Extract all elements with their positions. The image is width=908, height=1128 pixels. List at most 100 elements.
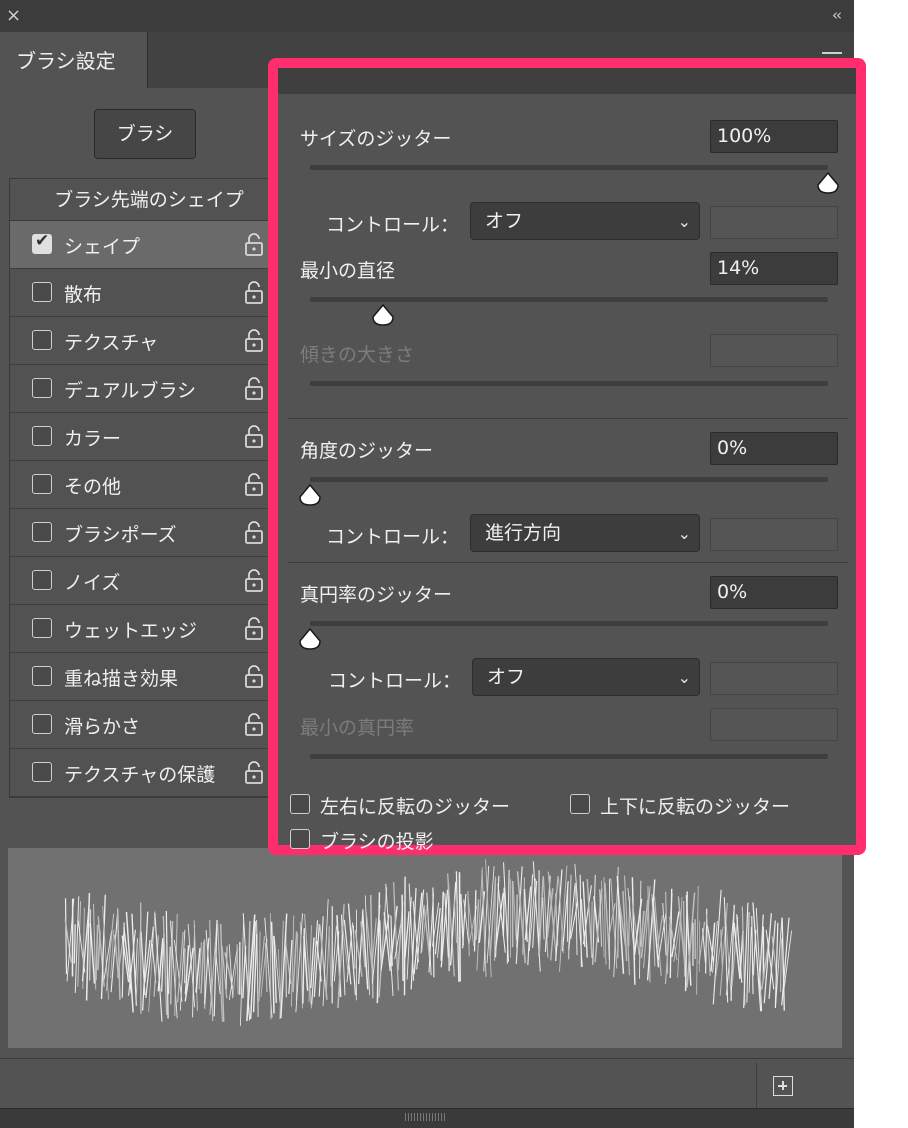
list-item-label: テクスチャ	[64, 332, 159, 354]
flip-y-jitter-checkbox[interactable]	[570, 794, 590, 814]
list-item[interactable]: 散布	[10, 269, 288, 317]
lock-open-icon[interactable]	[244, 665, 264, 689]
close-icon[interactable]: ×	[6, 6, 21, 26]
list-item[interactable]: ✔ シェイプ	[10, 221, 288, 269]
chevron-down-icon: ⌄	[677, 668, 691, 687]
new-brush-icon	[773, 1076, 793, 1096]
list-item-checkbox[interactable]	[32, 282, 52, 302]
list-item-checkbox[interactable]	[32, 666, 52, 686]
tilt-scale-slider-track	[310, 381, 828, 386]
list-item-checkbox[interactable]	[32, 474, 52, 494]
lock-open-icon[interactable]	[244, 473, 264, 497]
roundness-jitter-slider-track[interactable]	[310, 621, 828, 626]
flip-x-jitter-label: 左右に反転のジッター	[320, 796, 511, 818]
list-item-label: その他	[64, 476, 122, 498]
control-select-1[interactable]: オフ ⌄	[470, 202, 700, 240]
brush-stroke-preview	[8, 848, 842, 1048]
brush-projection-checkbox[interactable]	[290, 829, 310, 849]
list-item[interactable]: その他	[10, 461, 288, 509]
list-item-label: ウェットエッジ	[64, 620, 198, 642]
tab-label: ブラシ設定	[16, 49, 116, 73]
flip-y-jitter-label: 上下に反転のジッター	[600, 796, 791, 818]
tilt-scale-label: 傾きの大きさ	[300, 344, 415, 366]
size-jitter-label: サイズのジッター	[300, 128, 452, 150]
list-item-checkbox[interactable]	[32, 618, 52, 638]
list-item-label: 散布	[64, 284, 103, 306]
angle-jitter-label: 角度のジッター	[300, 440, 434, 462]
flip-x-jitter-checkbox[interactable]	[290, 794, 310, 814]
control-select-2[interactable]: 進行方向 ⌄	[470, 514, 700, 552]
roundness-jitter-label: 真円率のジッター	[300, 584, 453, 606]
lock-open-icon[interactable]	[244, 617, 264, 641]
lock-open-icon[interactable]	[244, 329, 264, 353]
panel-bottom-strip	[0, 1108, 854, 1128]
brush-presets-button[interactable]: ブラシ	[94, 109, 196, 159]
min-diameter-label: 最小の直径	[300, 260, 396, 282]
roundness-jitter-input[interactable]: 0%	[710, 576, 838, 609]
lock-open-icon[interactable]	[244, 377, 264, 401]
min-roundness-slider-track	[310, 754, 828, 759]
panel-title-bar: × ‹‹	[0, 0, 854, 32]
stroke-preview-graphic	[64, 859, 793, 1026]
list-item-checkbox[interactable]	[32, 426, 52, 446]
list-item-checkbox[interactable]	[32, 330, 52, 350]
new-brush-button[interactable]	[756, 1063, 810, 1109]
lock-open-icon[interactable]	[244, 569, 264, 593]
list-item[interactable]: テクスチャの保護	[10, 749, 288, 797]
control-value-box-3	[710, 662, 838, 695]
list-item-brush-tip-shape[interactable]: ブラシ先端のシェイプ	[10, 179, 288, 221]
tab-brush-settings[interactable]: ブラシ設定	[0, 32, 148, 88]
roundness-jitter-slider-thumb[interactable]	[298, 627, 322, 651]
list-item[interactable]: ノイズ	[10, 557, 288, 605]
control-select-3-value: オフ	[487, 666, 526, 688]
collapse-icon[interactable]: ‹‹	[832, 6, 842, 24]
list-item-checkbox[interactable]	[32, 762, 52, 782]
control-select-1-value: オフ	[485, 210, 524, 232]
brush-settings-list: ブラシ先端のシェイプ ✔ シェイプ散布テクスチャデュアルブラシカラーその他ブラシポ…	[9, 178, 289, 798]
control-value-box-1	[710, 206, 838, 239]
list-item-checkbox[interactable]	[32, 570, 52, 590]
list-item[interactable]: 滑らかさ	[10, 701, 288, 749]
control-label-1: コントロール：	[326, 214, 460, 236]
control-label-3: コントロール：	[328, 670, 462, 692]
list-item-label: シェイプ	[64, 236, 141, 258]
control-select-3[interactable]: オフ ⌄	[472, 658, 700, 696]
min-diameter-slider-thumb[interactable]	[371, 303, 395, 327]
min-diameter-input[interactable]: 14%	[710, 252, 838, 285]
list-item[interactable]: デュアルブラシ	[10, 365, 288, 413]
control-select-2-value: 進行方向	[485, 522, 562, 544]
size-jitter-slider-track[interactable]	[310, 165, 828, 170]
control-label-2: コントロール：	[326, 526, 460, 548]
lock-open-icon[interactable]	[244, 281, 264, 305]
checkmark-icon: ✔	[35, 231, 50, 251]
list-item[interactable]: 重ね描き効果	[10, 653, 288, 701]
list-item-label: ブラシポーズ	[64, 524, 177, 546]
list-item[interactable]: ウェットエッジ	[10, 605, 288, 653]
resize-grip[interactable]	[405, 1113, 445, 1121]
list-item-checkbox[interactable]	[32, 378, 52, 398]
size-jitter-input[interactable]: 100%	[710, 120, 838, 153]
list-item-label: テクスチャの保護	[64, 764, 216, 786]
settings-top-band	[278, 68, 856, 94]
list-item-label: 重ね描き効果	[64, 668, 179, 690]
list-item-label: デュアルブラシ	[64, 380, 197, 402]
panel-footer	[0, 1058, 854, 1109]
chevron-down-icon: ⌄	[677, 212, 691, 231]
list-item-label: 滑らかさ	[64, 716, 141, 738]
angle-jitter-input[interactable]: 0%	[710, 432, 838, 465]
list-item[interactable]: ブラシポーズ	[10, 509, 288, 557]
list-item-checkbox[interactable]	[32, 522, 52, 542]
angle-jitter-slider-thumb[interactable]	[298, 483, 322, 507]
lock-open-icon[interactable]	[244, 425, 264, 449]
min-diameter-slider-track[interactable]	[310, 297, 828, 302]
list-item[interactable]: テクスチャ	[10, 317, 288, 365]
lock-open-icon[interactable]	[244, 521, 264, 545]
size-jitter-slider-thumb[interactable]	[816, 171, 840, 195]
lock-open-icon[interactable]	[244, 713, 264, 737]
lock-open-icon[interactable]	[244, 761, 264, 785]
angle-jitter-slider-track[interactable]	[310, 477, 828, 482]
list-item-label: ノイズ	[64, 572, 121, 594]
lock-open-icon[interactable]	[244, 233, 264, 257]
list-item-checkbox[interactable]	[32, 714, 52, 734]
list-item[interactable]: カラー	[10, 413, 288, 461]
